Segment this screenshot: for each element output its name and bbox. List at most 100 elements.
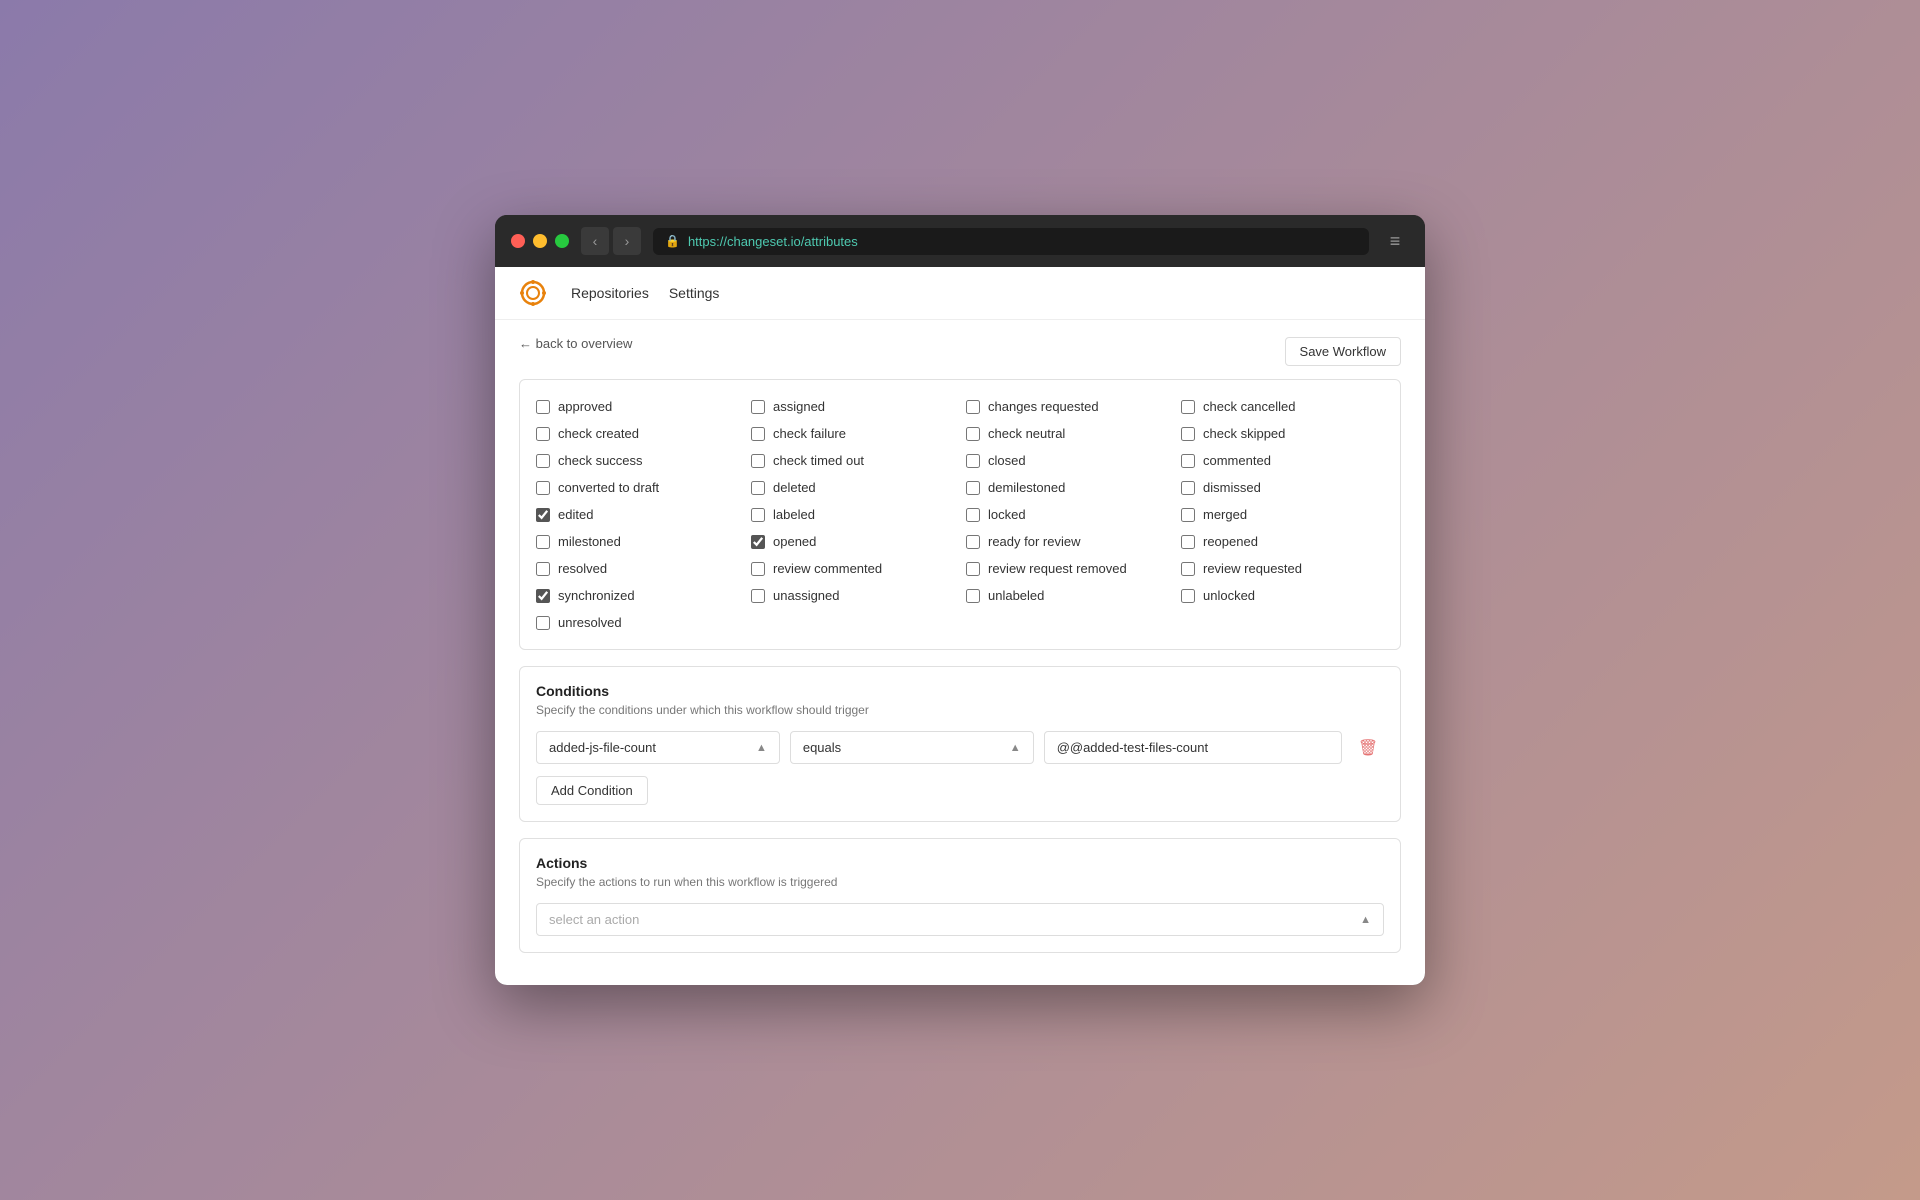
checkbox-input[interactable] — [536, 508, 550, 522]
traffic-light-maximize[interactable] — [555, 234, 569, 248]
checkbox-label: unlabeled — [988, 588, 1044, 603]
checkbox-item[interactable]: check skipped — [1181, 423, 1384, 444]
checkbox-input[interactable] — [966, 508, 980, 522]
checkbox-input[interactable] — [966, 400, 980, 414]
add-condition-button[interactable]: Add Condition — [536, 776, 648, 805]
checkbox-input[interactable] — [1181, 481, 1195, 495]
checkbox-item[interactable]: milestoned — [536, 531, 739, 552]
checkbox-item[interactable]: ready for review — [966, 531, 1169, 552]
checkbox-item[interactable]: synchronized — [536, 585, 739, 606]
delete-condition-button[interactable]: 🗑 — [1352, 732, 1384, 764]
checkbox-item[interactable]: review requested — [1181, 558, 1384, 579]
traffic-light-minimize[interactable] — [533, 234, 547, 248]
checkbox-input[interactable] — [966, 454, 980, 468]
checkbox-item[interactable]: resolved — [536, 558, 739, 579]
checkbox-item[interactable]: check failure — [751, 423, 954, 444]
action-select[interactable]: select an action ▲ — [536, 903, 1384, 936]
checkbox-input[interactable] — [751, 589, 765, 603]
condition-field-select[interactable]: added-js-file-count ▲ — [536, 731, 780, 764]
checkbox-item[interactable]: merged — [1181, 504, 1384, 525]
checkbox-item[interactable]: check neutral — [966, 423, 1169, 444]
checkbox-input[interactable] — [536, 562, 550, 576]
menu-button[interactable]: ≡ — [1381, 227, 1409, 255]
checkbox-input[interactable] — [1181, 508, 1195, 522]
checkbox-item[interactable]: check success — [536, 450, 739, 471]
checkbox-item[interactable]: review request removed — [966, 558, 1169, 579]
checkbox-input[interactable] — [536, 454, 550, 468]
condition-operator-select[interactable]: equals ▲ — [790, 731, 1034, 764]
checkbox-input[interactable] — [536, 400, 550, 414]
checkbox-input[interactable] — [1181, 589, 1195, 603]
checkbox-label: dismissed — [1203, 480, 1261, 495]
checkbox-item[interactable]: unassigned — [751, 585, 954, 606]
nav-links: Repositories Settings — [571, 285, 719, 301]
save-workflow-button[interactable]: Save Workflow — [1285, 337, 1401, 366]
app-logo — [519, 279, 547, 307]
checkbox-label: converted to draft — [558, 480, 659, 495]
checkbox-item[interactable]: deleted — [751, 477, 954, 498]
address-bar[interactable]: 🔒 https://changeset.io/attributes — [653, 228, 1369, 255]
checkbox-item[interactable]: reopened — [1181, 531, 1384, 552]
checkbox-item[interactable]: check timed out — [751, 450, 954, 471]
checkbox-input[interactable] — [751, 535, 765, 549]
checkbox-item[interactable]: check created — [536, 423, 739, 444]
checkbox-input[interactable] — [751, 562, 765, 576]
checkbox-input[interactable] — [536, 427, 550, 441]
checkbox-item[interactable]: closed — [966, 450, 1169, 471]
back-link[interactable]: ← back to overview — [519, 336, 632, 351]
forward-button[interactable]: › — [613, 227, 641, 255]
page-content: ← back to overview Save Workflow approve… — [495, 320, 1425, 985]
checkbox-input[interactable] — [536, 616, 550, 630]
checkbox-input[interactable] — [536, 481, 550, 495]
checkbox-item[interactable]: commented — [1181, 450, 1384, 471]
checkbox-item[interactable]: dismissed — [1181, 477, 1384, 498]
checkbox-item[interactable]: changes requested — [966, 396, 1169, 417]
checkbox-item[interactable]: check cancelled — [1181, 396, 1384, 417]
checkbox-label: closed — [988, 453, 1026, 468]
checkbox-item[interactable]: opened — [751, 531, 954, 552]
checkbox-input[interactable] — [1181, 427, 1195, 441]
condition-operator-label: equals — [803, 740, 841, 755]
checkbox-item[interactable]: labeled — [751, 504, 954, 525]
checkbox-input[interactable] — [751, 481, 765, 495]
nav-repositories[interactable]: Repositories — [571, 285, 649, 301]
conditions-section: Conditions Specify the conditions under … — [519, 666, 1401, 822]
checkbox-label: check failure — [773, 426, 846, 441]
checkbox-input[interactable] — [1181, 562, 1195, 576]
checkbox-item[interactable]: review commented — [751, 558, 954, 579]
checkbox-input[interactable] — [1181, 454, 1195, 468]
checkbox-input[interactable] — [966, 427, 980, 441]
checkbox-item[interactable]: approved — [536, 396, 739, 417]
checkbox-input[interactable] — [966, 589, 980, 603]
checkbox-label: demilestoned — [988, 480, 1065, 495]
condition-value-label: @@added-test-files-count — [1057, 740, 1208, 755]
checkbox-input[interactable] — [1181, 535, 1195, 549]
checkbox-item[interactable]: unresolved — [536, 612, 739, 633]
checkbox-input[interactable] — [751, 454, 765, 468]
checkbox-input[interactable] — [751, 427, 765, 441]
checkbox-item[interactable]: unlocked — [1181, 585, 1384, 606]
checkbox-input[interactable] — [751, 400, 765, 414]
checkbox-item[interactable]: assigned — [751, 396, 954, 417]
checkbox-input[interactable] — [966, 481, 980, 495]
app-header: Repositories Settings — [495, 267, 1425, 320]
checkbox-item[interactable]: edited — [536, 504, 739, 525]
back-button[interactable]: ‹ — [581, 227, 609, 255]
checkbox-input[interactable] — [966, 535, 980, 549]
checkbox-label: commented — [1203, 453, 1271, 468]
checkbox-item[interactable]: locked — [966, 504, 1169, 525]
traffic-lights — [511, 234, 569, 248]
checkbox-input[interactable] — [1181, 400, 1195, 414]
checkbox-label: review commented — [773, 561, 882, 576]
checkbox-input[interactable] — [536, 589, 550, 603]
nav-settings[interactable]: Settings — [669, 285, 720, 301]
condition-value-field[interactable]: @@added-test-files-count — [1044, 731, 1342, 764]
checkbox-input[interactable] — [966, 562, 980, 576]
checkbox-item[interactable]: unlabeled — [966, 585, 1169, 606]
traffic-light-close[interactable] — [511, 234, 525, 248]
checkbox-label: assigned — [773, 399, 825, 414]
checkbox-input[interactable] — [751, 508, 765, 522]
checkbox-item[interactable]: converted to draft — [536, 477, 739, 498]
checkbox-item[interactable]: demilestoned — [966, 477, 1169, 498]
checkbox-input[interactable] — [536, 535, 550, 549]
